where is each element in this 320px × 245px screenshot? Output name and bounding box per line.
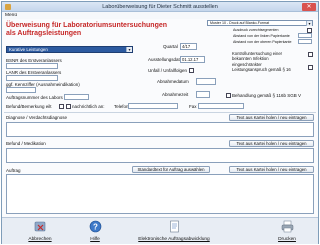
befund-textarea[interactable] [6, 148, 314, 163]
telefon-label: Telefon [114, 104, 129, 109]
form-area: Überweisung für Laboratoriumsuntersuchun… [2, 19, 318, 217]
lanr-field[interactable] [6, 75, 58, 81]
print-option-label: Abstand von der oberen Papierkante [233, 39, 292, 44]
form-heading-line2: als Auftragsleistungen [6, 30, 82, 37]
quartal-field[interactable]: 4/17 [180, 42, 197, 50]
abnahmezeit-label: Abnahmezeit [162, 92, 189, 97]
chevron-down-icon: ▾ [126, 47, 132, 52]
electronic-order-button-label: Elektronische Auftragsabwicklung [138, 237, 210, 242]
auftrag-textarea[interactable] [6, 174, 314, 214]
eingeschraenkt-checkbox[interactable] [308, 65, 313, 70]
unfall-label: Unfall / Unfallfolgen [148, 68, 188, 73]
diagnose-textarea[interactable] [6, 122, 314, 137]
cancel-icon [34, 221, 45, 232]
abnahmedatum-label: Abnahmedatum [157, 79, 189, 84]
print-button[interactable]: Drucken [270, 220, 304, 243]
form-type-select[interactable]: Muster 10 - Druck auf Blanko-Format ▾ [207, 20, 313, 26]
kasse-select[interactable]: Kurative Leistungen ▾ [6, 46, 133, 53]
quartal-label: Quartal [163, 44, 178, 49]
printer-icon [281, 220, 293, 233]
svg-text:?: ? [93, 222, 98, 231]
abnahmezeit-field[interactable] [196, 90, 210, 98]
help-button[interactable]: ? Hilfe [80, 220, 110, 243]
help-button-label: Hilfe [90, 237, 100, 242]
top-margin-field[interactable] [298, 39, 312, 44]
title-bar: Laborüberweisung für Dieter Schmitt auss… [2, 2, 318, 12]
auftragsnummer-label: Auftragsnummer des Labors [6, 95, 63, 100]
menu-bar: Menü [2, 12, 318, 19]
nachrichtlich-checkbox[interactable] [66, 104, 71, 109]
befund-eilt-label: Befund/Bemerkung eilt [6, 104, 52, 109]
fax-label: Fax [189, 104, 197, 109]
behandlung-checkbox[interactable] [226, 93, 231, 98]
cancel-button[interactable]: Abbrechen [20, 220, 60, 243]
chevron-down-icon: ▾ [306, 21, 312, 26]
standardtext-button[interactable]: Standardtext für Auftrag auswählen [132, 166, 210, 173]
befund-eilt-checkbox[interactable] [59, 104, 64, 109]
unfall-checkbox[interactable] [189, 68, 194, 73]
befund-label: Befund / Medikation [6, 141, 46, 146]
help-icon: ? [89, 220, 101, 233]
diagnose-text-button[interactable]: Text aus Kartei holen / neu eintragen [229, 114, 314, 121]
kasse-select-value: Kurative Leistungen [9, 47, 48, 52]
behandlung-label: Behandlung gemäß § 116b SGB V [232, 92, 301, 98]
bottom-button-bar: Abbrechen ? Hilfe Elektronische Auftrags… [2, 217, 318, 244]
auftrag-text-button[interactable]: Text aus Kartei holen / neu eintragen [229, 166, 314, 173]
print-option-checkbox[interactable] [307, 28, 312, 33]
electronic-order-button[interactable]: Elektronische Auftragsabwicklung [124, 220, 224, 243]
divider [4, 112, 316, 113]
form-type-select-value: Muster 10 - Druck auf Blanko-Format [210, 21, 270, 25]
print-button-label: Drucken [278, 237, 296, 242]
kontroll-label: bekannten Infektion [232, 55, 269, 61]
close-button[interactable]: ✕ [302, 3, 316, 11]
print-option-label: Ausdruck zurechtsegmenten [233, 27, 279, 32]
kontroll-checkbox[interactable] [308, 52, 313, 57]
dialog-window: Laborüberweisung für Dieter Schmitt auss… [1, 1, 319, 244]
kennziffer-field[interactable] [6, 87, 36, 93]
auftragsnummer-field[interactable] [64, 94, 89, 100]
abnahmedatum-field[interactable] [196, 77, 216, 85]
auftrag-label: Auftrag [6, 168, 21, 173]
form-heading-line1: Überweisung für Laboratoriumsuntersuchun… [6, 22, 168, 29]
diagnose-label: Diagnose / Verdachtsdiagnose [6, 115, 68, 120]
window-title: Laborüberweisung für Dieter Schmitt auss… [102, 4, 218, 10]
nachrichtlich-label: nachrichtlich an: [72, 104, 105, 109]
bsnr-field[interactable] [6, 63, 58, 69]
ausstellungsdatum-field[interactable]: 01.12.17 [180, 55, 205, 63]
document-icon [169, 220, 179, 233]
cancel-button-label: Abbrechen [28, 237, 52, 242]
print-option-label: Abstand von der linken Papierkante [233, 33, 290, 38]
left-margin-field[interactable] [298, 33, 312, 38]
menu-item[interactable]: Menü [5, 13, 17, 18]
befund-text-button[interactable]: Text aus Kartei holen / neu eintragen [229, 140, 314, 147]
telefon-field[interactable] [128, 103, 178, 109]
fax-field[interactable] [198, 103, 244, 109]
eingeschraenkt-label: Leistungsanspruch gemäß § 16 [232, 66, 291, 72]
